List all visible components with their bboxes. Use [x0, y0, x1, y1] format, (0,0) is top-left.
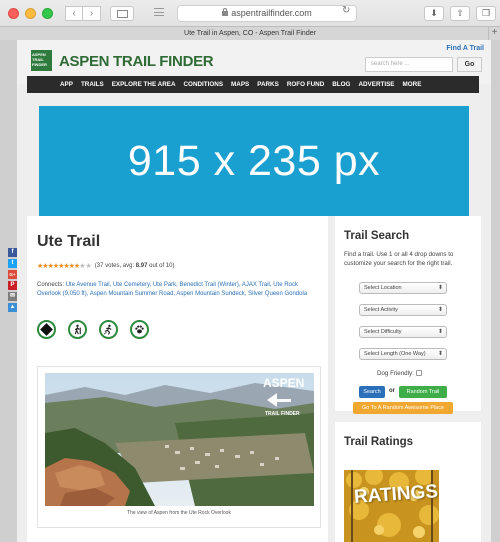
logo-icon[interactable]: ASPEN TRAIL FINDER — [31, 50, 52, 71]
location-select[interactable]: Select Location — [359, 282, 447, 294]
out-of-text: out of 10) — [147, 263, 175, 269]
star-rating[interactable]: ★★★★★★★★ ★★ (37 votes, avg: 8.97 out of 1… — [37, 262, 175, 270]
find-trail-link[interactable]: Find A Trail — [446, 45, 484, 52]
toolbar-right: ⬇ ⇧ ❐ — [424, 6, 496, 21]
length-select[interactable]: Select Length (One Way) — [359, 348, 447, 360]
paw-icon — [130, 320, 149, 339]
nav-item-app[interactable]: APP — [60, 81, 73, 88]
dog-friendly-label: Dog Friendly: — [377, 370, 414, 377]
page-title: Ute Trail — [37, 233, 101, 250]
star-icon: ★★★★★★★★ — [37, 263, 80, 270]
browser-chrome: ‹ › aspentrailfinder.com ↻ ⬇ ⇧ ❐ Ute Tra… — [0, 0, 500, 40]
forward-button[interactable]: › — [83, 6, 101, 21]
google-plus-icon[interactable]: G+ — [8, 270, 17, 279]
new-tab-button[interactable]: + — [488, 27, 500, 40]
random-awesome-place-button[interactable]: Go To A Random Awesome Place — [353, 402, 453, 414]
nav-item-advertise[interactable]: ADVERTISE — [358, 81, 394, 88]
activity-badges — [37, 320, 149, 339]
trail-search-desc: Find a trail. Use 1 or all 4 drop downs … — [344, 251, 454, 267]
social-share-bar: f t G+ P ✉ ▲ — [8, 248, 17, 314]
history-buttons: ‹ › — [65, 6, 101, 21]
sidebar-toggle-icon[interactable] — [110, 6, 134, 21]
photo-caption: The view of Aspen from the Ute Rock Over… — [127, 510, 231, 516]
dog-friendly-field: Dog Friendly: — [377, 370, 422, 377]
nav-item-more[interactable]: MORE — [403, 81, 422, 88]
site-logo-text[interactable]: ASPEN TRAIL FINDER — [59, 53, 214, 70]
nav-item-rofo-fund[interactable]: ROFO FUND — [287, 81, 324, 88]
address-bar[interactable]: aspentrailfinder.com — [177, 5, 357, 22]
twitter-icon[interactable]: t — [8, 259, 17, 268]
lock-icon — [222, 8, 229, 16]
connects-text: Connects: Ute Avenue Trail, Ute Cemetery… — [37, 281, 322, 298]
ratings-image[interactable]: RATINGS — [344, 470, 439, 542]
reader-menu-icon[interactable] — [154, 8, 164, 16]
tab-active[interactable]: Ute Trail in Aspen, CO - Aspen Trail Fin… — [184, 30, 316, 37]
nav-item-conditions[interactable]: CONDITIONS — [184, 81, 224, 88]
photo-logo-top: ASPEN — [263, 376, 305, 390]
nav-item-explore[interactable]: EXPLORE THE AREA — [112, 81, 176, 88]
url-text: aspentrailfinder.com — [231, 8, 312, 18]
main-nav: APP TRAILS EXPLORE THE AREA CONDITIONS M… — [27, 76, 479, 93]
facebook-icon[interactable]: f — [8, 248, 17, 257]
activity-select[interactable]: Select Activity — [359, 304, 447, 316]
web-page: ASPEN TRAIL FINDER ASPEN TRAIL FINDER Fi… — [17, 40, 491, 542]
trail-content: Ute Trail ★★★★★★★★ ★★ (37 votes, avg: 8.9… — [27, 216, 328, 542]
random-trail-button[interactable]: Random Trail — [399, 386, 447, 398]
trail-search-widget: Trail Search Find a trail. Use 1 or all … — [335, 216, 481, 414]
connects-links[interactable]: Ute Avenue Trail, Ute Cemetery, Ute Park… — [37, 282, 307, 297]
hiker-icon — [68, 320, 87, 339]
avg-value: 8.97 — [135, 263, 148, 269]
star-empty-icon: ★★ — [79, 263, 92, 270]
trail-photo[interactable]: ASPEN TRAIL FINDER — [45, 373, 314, 506]
difficulty-select[interactable]: Select Difficulty — [359, 326, 447, 338]
difficulty-diamond-icon — [37, 320, 56, 339]
trail-ratings-title: Trail Ratings — [344, 436, 414, 448]
votes-text: (37 votes, avg: — [94, 263, 136, 269]
trail-photo-card: ASPEN TRAIL FINDER The view of Aspen fro… — [37, 366, 321, 528]
or-text: or — [389, 388, 395, 394]
ad-banner[interactable]: 915 x 235 px — [39, 106, 469, 216]
tab-bar: Ute Trail in Aspen, CO - Aspen Trail Fin… — [0, 26, 500, 40]
back-button[interactable]: ‹ — [65, 6, 83, 21]
share-more-icon[interactable]: ▲ — [8, 303, 17, 312]
trail-search-title: Trail Search — [344, 230, 410, 242]
nav-item-maps[interactable]: MAPS — [231, 81, 249, 88]
share-icon[interactable]: ⇧ — [450, 6, 470, 21]
zoom-window-button[interactable] — [42, 8, 53, 19]
pinterest-icon[interactable]: P — [8, 281, 17, 290]
window-controls — [8, 8, 53, 19]
photo-logo-bottom: TRAIL FINDER — [265, 411, 300, 417]
reload-icon[interactable]: ↻ — [342, 5, 350, 16]
nav-item-trails[interactable]: TRAILS — [81, 81, 104, 88]
site-search-input[interactable]: search here ... — [365, 57, 453, 72]
go-button[interactable]: Go — [457, 57, 482, 72]
nav-item-parks[interactable]: PARKS — [257, 81, 279, 88]
close-window-button[interactable] — [8, 8, 19, 19]
trail-ratings-widget: Trail Ratings RATINGS — [335, 422, 481, 542]
tabs-overview-icon[interactable]: ❐ — [476, 6, 496, 21]
runner-icon — [99, 320, 118, 339]
dog-friendly-checkbox[interactable] — [415, 370, 422, 376]
download-icon[interactable]: ⬇ — [424, 6, 444, 21]
vote-summary: (37 votes, avg: 8.97 out of 10) — [95, 263, 175, 269]
minimize-window-button[interactable] — [25, 8, 36, 19]
nav-item-blog[interactable]: BLOG — [332, 81, 350, 88]
search-button[interactable]: Search — [359, 386, 385, 398]
email-icon[interactable]: ✉ — [8, 292, 17, 301]
connects-label: Connects: — [37, 282, 66, 288]
